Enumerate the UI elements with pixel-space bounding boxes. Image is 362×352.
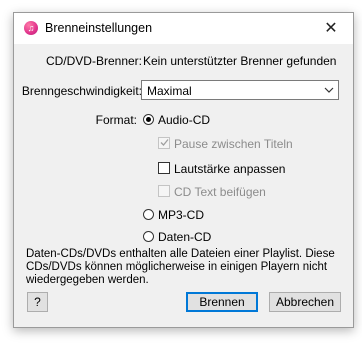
- help-button[interactable]: ?: [27, 292, 48, 312]
- audio-cd-label[interactable]: Audio-CD: [158, 113, 210, 127]
- mp3-cd-label[interactable]: MP3-CD: [158, 208, 204, 222]
- cancel-button[interactable]: Abbrechen: [269, 292, 341, 312]
- info-text: Daten-CDs/DVDs enthalten alle Dateien ei…: [26, 248, 335, 286]
- itunes-icon: ♫: [24, 21, 38, 35]
- speed-label: Brenngeschwindigkeit:: [21, 84, 142, 98]
- audio-cd-radio[interactable]: [143, 114, 154, 125]
- volume-checkbox[interactable]: [158, 162, 170, 174]
- speed-select-value: Maximal: [147, 84, 192, 98]
- pause-label: Pause zwischen Titeln: [174, 137, 293, 151]
- chevron-down-icon: [324, 87, 334, 93]
- mp3-cd-radio[interactable]: [143, 209, 154, 220]
- burner-label: CD/DVD-Brenner:: [45, 54, 142, 68]
- title-bar: ♫ Brenneinstellungen ✕: [14, 13, 353, 44]
- data-cd-label[interactable]: Daten-CD: [158, 230, 211, 244]
- volume-label[interactable]: Lautstärke anpassen: [174, 162, 285, 176]
- pause-checkbox[interactable]: [158, 137, 170, 149]
- speed-select[interactable]: Maximal: [141, 80, 339, 100]
- cd-text-label: CD Text beifügen: [174, 185, 266, 199]
- checkmark-icon: [160, 139, 169, 146]
- close-icon[interactable]: ✕: [309, 13, 353, 44]
- window-title: Brenneinstellungen: [45, 21, 153, 35]
- burn-settings-dialog: ♫ Brenneinstellungen ✕ CD/DVD-Brenner: K…: [13, 12, 354, 328]
- burn-button[interactable]: Brennen: [186, 292, 258, 312]
- format-label: Format:: [95, 113, 137, 127]
- data-cd-radio[interactable]: [143, 231, 154, 242]
- cd-text-checkbox[interactable]: [158, 185, 170, 197]
- burner-value: Kein unterstützter Brenner gefunden: [143, 54, 337, 68]
